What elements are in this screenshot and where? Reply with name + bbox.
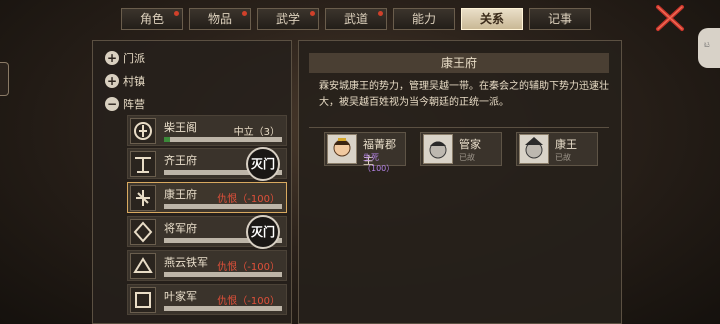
avatar — [519, 134, 549, 164]
member-name: 康王 — [555, 138, 577, 151]
faction-emblem-icon — [130, 151, 156, 177]
category-sect[interactable]: + 门派 — [105, 49, 145, 67]
tab-ability[interactable]: 能力 — [393, 8, 455, 30]
faction-emblem-icon — [130, 253, 156, 279]
faction-emblem-icon — [130, 287, 156, 313]
tab-items[interactable]: 物品 — [189, 8, 251, 30]
relation-bar — [164, 204, 282, 209]
destroyed-seal: 灭门 — [246, 147, 280, 181]
floating-button[interactable]: ಟ — [698, 28, 720, 68]
faction-item[interactable]: 燕云铁军 仇恨（-100） — [127, 250, 287, 281]
faction-title: 康王府 — [309, 53, 609, 73]
expand-icon: + — [105, 74, 119, 88]
faction-item[interactable]: 齐王府 灭门 — [127, 147, 287, 181]
member-card[interactable]: 福菁郡主 生死（100） — [324, 132, 406, 173]
relation-bar — [164, 137, 282, 142]
badge-dot — [242, 11, 247, 16]
faction-status: 中立（3） — [233, 127, 280, 138]
tab-relations[interactable]: 关系 — [461, 8, 523, 30]
member-name: 管家 — [459, 138, 481, 151]
faction-status: 仇恨（-100） — [217, 194, 280, 205]
avatar — [327, 134, 357, 164]
expand-icon: + — [105, 51, 119, 65]
faction-name: 柴王阁 — [164, 121, 197, 134]
member-status: 已故 — [459, 153, 475, 162]
relation-bar — [164, 306, 282, 311]
badge-dot — [310, 11, 315, 16]
faction-item-selected[interactable]: 康王府 仇恨（-100） — [127, 182, 287, 213]
floating-button-glyph: ಟ — [704, 40, 710, 50]
faction-status: 仇恨（-100） — [217, 262, 280, 273]
faction-detail-panel: 康王府 霖安城康王的势力，管理吴越一带。在秦会之的辅助下势力迅速壮大，被吴越百姓… — [298, 40, 622, 324]
member-card[interactable]: 管家 已故 — [420, 132, 502, 166]
faction-status: 仇恨（-100） — [217, 296, 280, 307]
faction-name: 康王府 — [164, 188, 197, 201]
faction-item[interactable]: 柴王阁 中立（3） — [127, 115, 287, 146]
avatar — [423, 134, 453, 164]
faction-name: 齐王府 — [164, 154, 197, 167]
member-card[interactable]: 康王 已故 — [516, 132, 598, 166]
faction-item[interactable]: 叶家军 仇恨（-100） — [127, 284, 287, 315]
tab-martial-way[interactable]: 武道 — [325, 8, 387, 30]
relation-bar — [164, 272, 282, 277]
close-x-icon[interactable] — [655, 4, 685, 32]
member-status: 已故 — [555, 153, 571, 162]
divider — [309, 127, 609, 128]
faction-list-panel: + 门派 + 村镇 − 阵营 柴王阁 中立（3） 齐王府 灭门 康王府 仇恨（-100… — [92, 40, 292, 324]
tab-martial-arts[interactable]: 武学 — [257, 8, 319, 30]
faction-name: 燕云铁军 — [164, 256, 208, 269]
collapse-icon: − — [105, 97, 119, 111]
category-camp[interactable]: − 阵营 — [105, 95, 145, 113]
faction-description: 霖安城康王的势力，管理吴越一带。在秦会之的辅助下势力迅速壮大，被吴越百姓视为当今… — [319, 81, 609, 108]
faction-emblem-icon — [130, 219, 156, 245]
badge-dot — [378, 11, 383, 16]
category-village[interactable]: + 村镇 — [105, 72, 145, 90]
member-status: 生死（100） — [363, 153, 395, 173]
side-handle[interactable] — [0, 62, 9, 96]
faction-name: 将军府 — [164, 222, 197, 235]
faction-emblem-icon — [130, 118, 156, 144]
badge-dot — [174, 11, 179, 16]
faction-name: 叶家军 — [164, 290, 197, 303]
faction-emblem-icon — [130, 185, 156, 211]
destroyed-seal: 灭门 — [246, 215, 280, 249]
faction-item[interactable]: 将军府 灭门 — [127, 215, 287, 249]
tab-character[interactable]: 角色 — [121, 8, 183, 30]
tab-journal[interactable]: 记事 — [529, 8, 591, 30]
